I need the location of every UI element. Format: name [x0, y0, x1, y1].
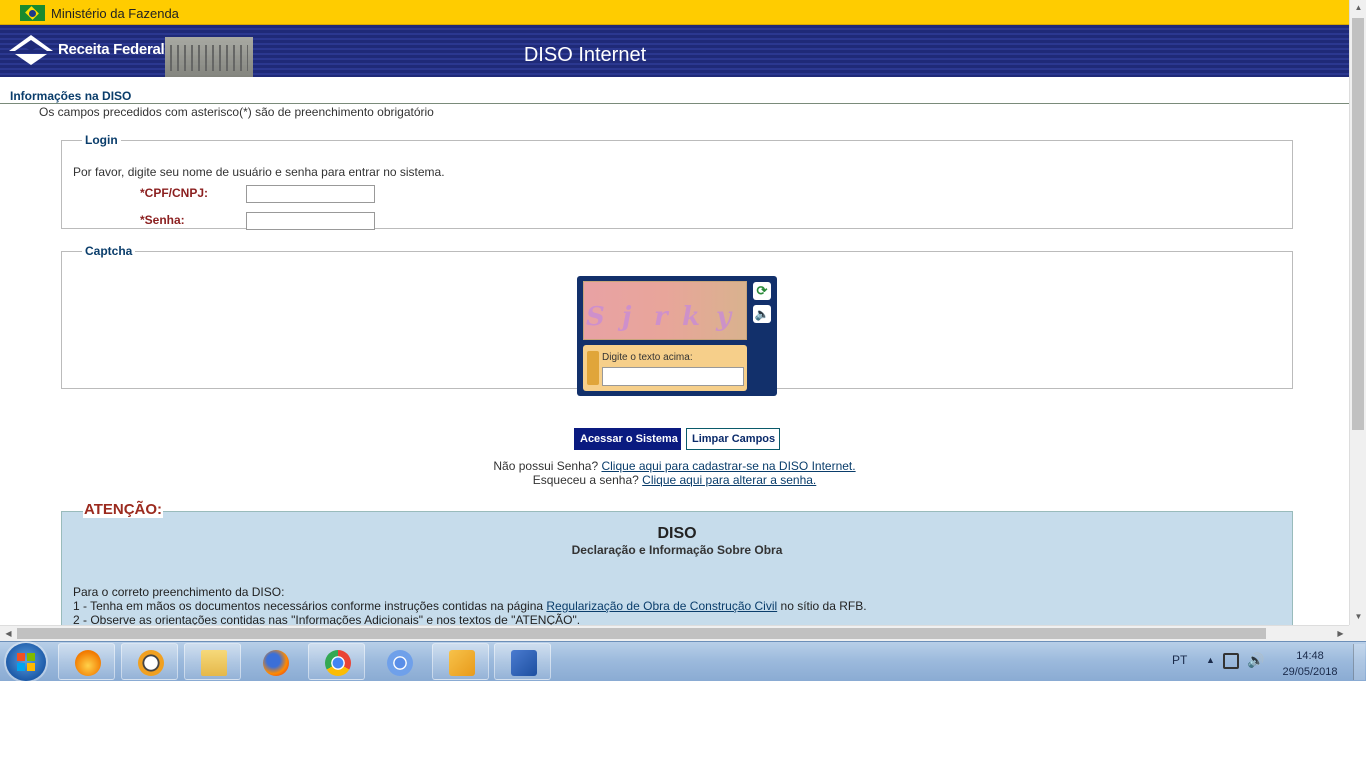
horizontal-scrollbar[interactable]: ◀ ▶ — [0, 625, 1349, 641]
chromium-logo-icon — [387, 650, 413, 676]
password-input[interactable] — [246, 212, 375, 230]
login-legend: Login — [85, 133, 118, 147]
volume-icon[interactable]: 🔊 — [1247, 652, 1264, 669]
required-fields-hint: Os campos precedidos com asterisco(*) sã… — [39, 105, 434, 119]
forgot-line: Esqueceu a senha? Clique aqui para alter… — [0, 473, 1349, 487]
chrome-icon[interactable] — [308, 643, 365, 680]
captcha-char: y — [716, 302, 732, 332]
file-explorer-icon[interactable] — [184, 643, 241, 680]
chromium-icon[interactable] — [370, 643, 427, 680]
scroll-right-icon[interactable]: ▶ — [1332, 626, 1349, 642]
heading-divider — [0, 103, 1349, 104]
vertical-scroll-thumb[interactable] — [1352, 18, 1364, 430]
taskbar: PT ▲ 🔊 14:48 29/05/2018 — [0, 641, 1366, 681]
firefox-logo-icon — [263, 650, 289, 676]
app-icon-1[interactable] — [58, 643, 115, 680]
scroll-left-icon[interactable]: ◀ — [0, 626, 17, 642]
cpf-label: *CPF/CNPJ: — [140, 186, 209, 200]
windows-logo-icon — [17, 653, 35, 671]
login-message: Por favor, digite seu nome de usuário e … — [73, 165, 445, 179]
speaker-icon[interactable]: 🔈 — [753, 305, 771, 323]
attention-intro: Para o correto preenchimento da DISO: — [73, 585, 285, 599]
app-icon-2[interactable] — [121, 643, 178, 680]
captcha-char: r — [654, 302, 668, 332]
captcha-fieldset: Captcha S j r k y ⟳ 🔈 Digite o texto aci… — [61, 244, 1293, 396]
arrow-icon — [587, 351, 599, 385]
change-password-link[interactable]: Clique aqui para alterar a senha. — [642, 473, 816, 487]
register-link[interactable]: Clique aqui para cadastrar-se na DISO In… — [601, 459, 855, 473]
word-icon[interactable] — [494, 643, 551, 680]
attention-legend: ATENÇÃO: — [83, 501, 164, 518]
attention-title: DISO — [657, 525, 697, 542]
outlook-icon[interactable] — [432, 643, 489, 680]
item1-prefix: 1 - Tenha em mãos os documentos necessár… — [73, 599, 544, 613]
captcha-widget: S j r k y ⟳ 🔈 Digite o texto acima: — [577, 276, 777, 396]
captcha-char: k — [682, 302, 701, 332]
captcha-char: j — [622, 302, 632, 332]
captcha-answer-panel: Digite o texto acima: — [583, 345, 747, 391]
clock-date: 29/05/2018 — [1282, 666, 1338, 678]
password-label: *Senha: — [140, 213, 185, 227]
brazil-flag-icon — [20, 5, 45, 21]
captcha-legend: Captcha — [85, 244, 133, 258]
header-banner: Receita Federal DISO Internet — [0, 25, 1349, 77]
captcha-prompt: Digite o texto acima: — [602, 352, 693, 363]
tool-app-icon — [138, 650, 164, 676]
refresh-icon[interactable]: ⟳ — [753, 282, 771, 300]
forgot-password-text: Esqueceu a senha? — [532, 473, 639, 487]
access-system-button[interactable]: Acessar o Sistema — [574, 428, 681, 450]
word-logo-icon — [511, 650, 537, 676]
captcha-input[interactable] — [602, 367, 744, 386]
show-hidden-icons-icon[interactable]: ▲ — [1206, 655, 1215, 665]
captcha-char: S — [586, 302, 605, 332]
gov-bar: Ministério da Fazenda — [0, 0, 1349, 25]
regularizacao-link[interactable]: Regularização de Obra de Construção Civi… — [546, 599, 777, 613]
gov-bar-title: Ministério da Fazenda — [51, 6, 179, 21]
firefox-icon[interactable] — [246, 643, 303, 680]
vertical-scrollbar[interactable]: ▲ ▼ — [1349, 0, 1366, 625]
scrollbar-corner — [1349, 625, 1366, 641]
language-indicator[interactable]: PT — [1172, 653, 1187, 667]
horizontal-scroll-thumb[interactable] — [17, 628, 1266, 639]
attention-item-1: 1 - Tenha em mãos os documentos necessár… — [73, 599, 867, 613]
flame-app-icon — [75, 650, 101, 676]
clock-time: 14:48 — [1296, 650, 1324, 662]
outlook-logo-icon — [449, 650, 475, 676]
chrome-logo-icon — [325, 650, 351, 676]
scroll-up-icon[interactable]: ▲ — [1350, 0, 1366, 16]
login-fieldset: Login Por favor, digite seu nome de usuá… — [61, 133, 1293, 230]
cpf-input[interactable] — [246, 185, 375, 203]
item1-suffix: no sítio da RFB. — [780, 599, 867, 613]
clock[interactable]: 14:48 29/05/2018 — [1268, 648, 1352, 680]
folder-icon — [201, 650, 227, 676]
network-icon[interactable] — [1223, 653, 1239, 669]
app-title: DISO Internet — [523, 44, 647, 66]
register-line: Não possui Senha? Clique aqui para cadas… — [0, 459, 1349, 473]
start-button[interactable] — [6, 643, 46, 681]
attention-subtitle: Declaração e Informação Sobre Obra — [571, 543, 783, 557]
attention-box: DISO Declaração e Informação Sobre Obra … — [61, 511, 1293, 641]
clear-fields-button[interactable]: Limpar Campos — [686, 428, 780, 450]
captcha-image: S j r k y — [583, 281, 747, 340]
scroll-down-icon[interactable]: ▼ — [1350, 609, 1366, 625]
show-desktop-button[interactable] — [1353, 644, 1365, 680]
no-password-text: Não possui Senha? — [493, 459, 599, 473]
page-title: Informações na DISO — [10, 89, 132, 103]
